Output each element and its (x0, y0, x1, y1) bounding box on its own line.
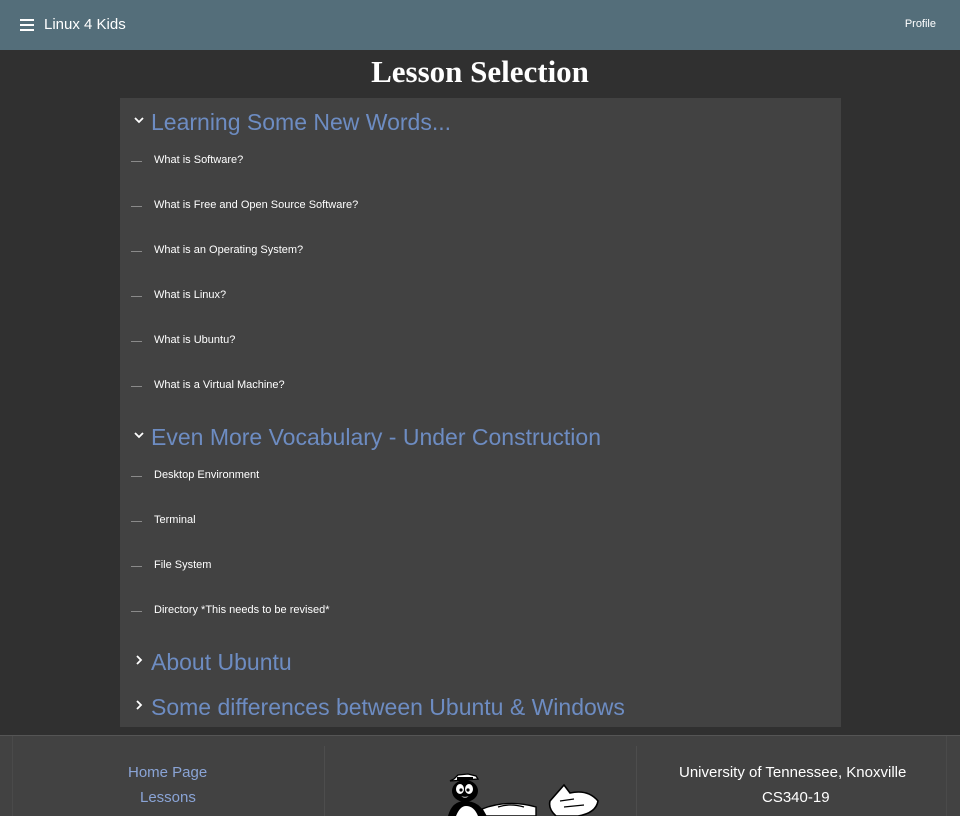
lesson-item[interactable]: Desktop Environment (120, 461, 841, 491)
lesson-label: File System (154, 559, 212, 571)
lesson-label: Directory *This needs to be revised* (154, 604, 330, 616)
lesson-label: What is a Virtual Machine? (154, 379, 285, 391)
footer: Home Page Lessons University of Tennesse… (0, 735, 960, 816)
dash-icon (131, 521, 142, 522)
footer-divider (946, 736, 947, 816)
lesson-item[interactable]: What is Free and Open Source Software? (120, 191, 841, 221)
footer-home-page-link[interactable]: Home Page (128, 764, 207, 781)
footer-divider (636, 746, 637, 816)
university-name: University of Tennessee, Knoxville (679, 764, 907, 781)
chevron-right-icon[interactable] (131, 652, 147, 668)
lesson-label: What is Linux? (154, 289, 227, 301)
chevron-down-icon[interactable] (131, 112, 147, 128)
section-title: Even More Vocabulary - Under Constructio… (151, 424, 601, 450)
section-header[interactable]: About Ubuntu (120, 641, 841, 679)
dash-icon (131, 206, 142, 207)
dash-icon (131, 476, 142, 477)
section-title: About Ubuntu (151, 649, 292, 675)
chevron-right-icon[interactable] (131, 697, 147, 713)
section-header[interactable]: Even More Vocabulary - Under Constructio… (120, 416, 841, 454)
profile-link[interactable]: Profile (905, 18, 936, 30)
lesson-list-panel: Learning Some New Words... What is Softwa… (120, 98, 841, 727)
page-title: Lesson Selection (371, 54, 589, 89)
lesson-label: Desktop Environment (154, 469, 260, 481)
lesson-label: What is Software? (154, 154, 244, 166)
dash-icon (131, 611, 142, 612)
lesson-item[interactable]: Terminal (120, 506, 841, 536)
hamburger-menu-icon[interactable] (20, 18, 36, 32)
dash-icon (131, 341, 142, 342)
top-app-bar: Linux 4 Kids Profile (0, 0, 960, 50)
dash-icon (131, 566, 142, 567)
section-title: Learning Some New Words... (151, 109, 451, 135)
dash-icon (131, 296, 142, 297)
footer-divider (12, 736, 13, 816)
section-title: Some differences between Ubuntu & Window… (151, 694, 625, 720)
app-title: Linux 4 Kids (44, 16, 126, 33)
chevron-down-icon[interactable] (131, 427, 147, 443)
dash-icon (131, 386, 142, 387)
tux-penguin-logo (448, 773, 599, 816)
section-header[interactable]: Learning Some New Words... (120, 101, 841, 139)
lesson-item[interactable]: What is an Operating System? (120, 236, 841, 266)
lesson-label: Terminal (154, 514, 196, 526)
lesson-label: What is Ubuntu? (154, 334, 236, 346)
lesson-item[interactable]: What is a Virtual Machine? (120, 371, 841, 401)
lesson-item[interactable]: What is Software? (120, 146, 841, 176)
lesson-item[interactable]: What is Ubuntu? (120, 326, 841, 356)
dash-icon (131, 251, 142, 252)
footer-divider (324, 746, 325, 816)
lesson-label: What is an Operating System? (154, 244, 304, 256)
dash-icon (131, 161, 142, 162)
lesson-item[interactable]: Directory *This needs to be revised* (120, 596, 841, 626)
lesson-item[interactable]: What is Linux? (120, 281, 841, 311)
section-header[interactable]: Some differences between Ubuntu & Window… (120, 686, 841, 724)
lesson-label: What is Free and Open Source Software? (154, 199, 359, 211)
course-code: CS340-19 (762, 789, 830, 806)
footer-lessons-link[interactable]: Lessons (140, 789, 196, 806)
lesson-item[interactable]: File System (120, 551, 841, 581)
